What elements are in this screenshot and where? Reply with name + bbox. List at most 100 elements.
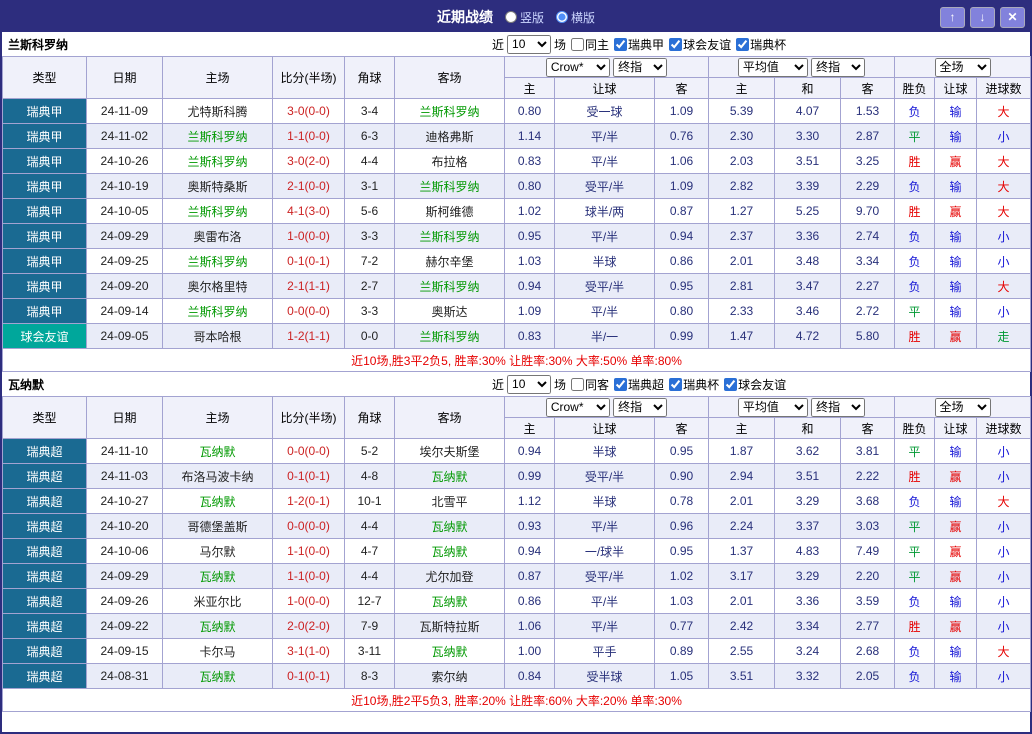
date-cell: 24-09-15 xyxy=(87,639,163,664)
league-type-cell: 瑞典超 xyxy=(3,664,87,689)
match-row: 瑞典超24-10-27瓦纳默1-2(0-1)10-1北雪平1.12半球0.782… xyxy=(3,489,1031,514)
average-final-select[interactable]: 终指 xyxy=(811,58,865,77)
avg-home-cell: 1.47 xyxy=(709,324,775,349)
odds-away-cell: 1.06 xyxy=(655,149,709,174)
result-cell: 负 xyxy=(895,664,935,689)
layout-option-horizontal[interactable]: 横版 xyxy=(556,9,595,26)
handicap-line-cell: 平/半 xyxy=(555,299,655,324)
avg-draw-cell: 3.37 xyxy=(775,514,841,539)
scope-select[interactable]: 全场 xyxy=(935,58,991,77)
corner-cell: 10-1 xyxy=(345,489,395,514)
col-type: 类型 xyxy=(3,397,87,439)
handicap-line-cell: 球半/两 xyxy=(555,199,655,224)
filter-league-3[interactable]: 球会友谊 xyxy=(719,376,786,393)
home-team-cell: 兰斯科罗纳 xyxy=(163,299,273,324)
handicap-result-cell: 赢 xyxy=(935,324,977,349)
league-3-checkbox[interactable] xyxy=(724,378,737,391)
same-home-checkbox[interactable] xyxy=(571,38,584,51)
goals-result-cell: 小 xyxy=(977,664,1031,689)
handicap-line-cell: 平/半 xyxy=(555,224,655,249)
sub-goals: 进球数 xyxy=(977,418,1031,439)
filter-label: 球会友谊 xyxy=(738,376,786,393)
avg-home-cell: 2.55 xyxy=(709,639,775,664)
sub-result: 胜负 xyxy=(895,418,935,439)
result-cell: 平 xyxy=(895,124,935,149)
average-select[interactable]: 平均值 xyxy=(738,398,808,417)
filter-league-3[interactable]: 瑞典杯 xyxy=(731,36,786,53)
filter-league-1[interactable]: 瑞典甲 xyxy=(609,36,664,53)
same-away-checkbox[interactable] xyxy=(571,378,584,391)
match-row: 瑞典超24-09-15卡尔马3-1(1-0)3-11瓦纳默1.00平手0.892… xyxy=(3,639,1031,664)
corner-cell: 3-1 xyxy=(345,174,395,199)
match-row: 瑞典超24-11-03布洛马波卡纳0-1(0-1)4-8瓦纳默0.99受平/半0… xyxy=(3,464,1031,489)
filter-same-home[interactable]: 同主 xyxy=(566,36,609,53)
league-2-checkbox[interactable] xyxy=(669,378,682,391)
league-2-checkbox[interactable] xyxy=(669,38,682,51)
away-team-cell: 索尔纳 xyxy=(395,664,505,689)
sub-away-odds: 客 xyxy=(655,78,709,99)
date-cell: 24-10-19 xyxy=(87,174,163,199)
final-odds-select[interactable]: 终指 xyxy=(613,398,667,417)
scroll-up-button[interactable]: ↑ xyxy=(940,7,965,28)
match-count-select[interactable]: 10 xyxy=(507,375,551,394)
handicap-result-cell: 输 xyxy=(935,174,977,199)
col-home: 主场 xyxy=(163,57,273,99)
window-title: 近期战绩 xyxy=(437,7,493,27)
league-type-cell: 瑞典超 xyxy=(3,614,87,639)
goals-result-cell: 小 xyxy=(977,299,1031,324)
summary-text: 近10场,胜3平2负5, 胜率:30% 让胜率:30% 大率:50% 单率:80… xyxy=(3,349,1031,372)
filter-league-1[interactable]: 瑞典超 xyxy=(609,376,664,393)
corner-cell: 0-0 xyxy=(345,324,395,349)
bookmaker-select[interactable]: Crow* xyxy=(546,398,610,417)
goals-result-cell: 小 xyxy=(977,464,1031,489)
league-type-cell: 瑞典超 xyxy=(3,639,87,664)
match-row: 瑞典超24-10-06马尔默1-1(0-0)4-7瓦纳默0.94一/球半0.95… xyxy=(3,539,1031,564)
date-cell: 24-10-05 xyxy=(87,199,163,224)
filter-league-2[interactable]: 瑞典杯 xyxy=(664,376,719,393)
layout-option-vertical[interactable]: 竖版 xyxy=(505,9,544,26)
sub-home-odds: 主 xyxy=(505,78,555,99)
match-row: 瑞典超24-09-26米亚尔比1-0(0-0)12-7瓦纳默0.86平/半1.0… xyxy=(3,589,1031,614)
corner-cell: 4-4 xyxy=(345,149,395,174)
league-3-checkbox[interactable] xyxy=(736,38,749,51)
odds-away-cell: 0.76 xyxy=(655,124,709,149)
score-cell: 2-0(2-0) xyxy=(273,614,345,639)
odds-away-cell: 0.78 xyxy=(655,489,709,514)
avg-away-cell: 2.05 xyxy=(841,664,895,689)
score-cell: 1-1(0-0) xyxy=(273,539,345,564)
score-cell: 4-1(3-0) xyxy=(273,199,345,224)
final-odds-select[interactable]: 终指 xyxy=(613,58,667,77)
horizontal-layout-radio[interactable] xyxy=(556,11,568,23)
handicap-line-cell: 受平/半 xyxy=(555,174,655,199)
filter-same-away[interactable]: 同客 xyxy=(566,376,609,393)
league-1-checkbox[interactable] xyxy=(614,38,627,51)
match-count-select[interactable]: 10 xyxy=(507,35,551,54)
vertical-layout-radio[interactable] xyxy=(505,11,517,23)
home-team-cell: 米亚尔比 xyxy=(163,589,273,614)
league-1-checkbox[interactable] xyxy=(614,378,627,391)
near-label: 近 xyxy=(492,36,504,53)
average-final-select[interactable]: 终指 xyxy=(811,398,865,417)
handicap-line-cell: 平/半 xyxy=(555,589,655,614)
odds-home-cell: 1.14 xyxy=(505,124,555,149)
bookmaker-select[interactable]: Crow* xyxy=(546,58,610,77)
average-select[interactable]: 平均值 xyxy=(738,58,808,77)
sub-home-odds: 主 xyxy=(505,418,555,439)
scroll-down-button[interactable]: ↓ xyxy=(970,7,995,28)
match-row: 瑞典甲24-11-02兰斯科罗纳1-1(0-0)6-3迪格弗斯1.14平/半0.… xyxy=(3,124,1031,149)
avg-away-cell: 2.72 xyxy=(841,299,895,324)
close-button[interactable]: ✕ xyxy=(1000,7,1025,28)
filter-bar: 近 10 场 同主 瑞典甲 球会友谊 瑞典杯 xyxy=(492,35,786,54)
filter-league-2[interactable]: 球会友谊 xyxy=(664,36,731,53)
scope-select[interactable]: 全场 xyxy=(935,398,991,417)
date-cell: 24-09-26 xyxy=(87,589,163,614)
home-team-cell: 瓦纳默 xyxy=(163,439,273,464)
odds-home-cell: 0.80 xyxy=(505,174,555,199)
away-team-cell: 布拉格 xyxy=(395,149,505,174)
date-cell: 24-11-03 xyxy=(87,464,163,489)
avg-home-cell: 3.17 xyxy=(709,564,775,589)
date-cell: 24-09-14 xyxy=(87,299,163,324)
handicap-result-cell: 赢 xyxy=(935,514,977,539)
date-cell: 24-11-09 xyxy=(87,99,163,124)
away-team-cell: 瓦纳默 xyxy=(395,639,505,664)
